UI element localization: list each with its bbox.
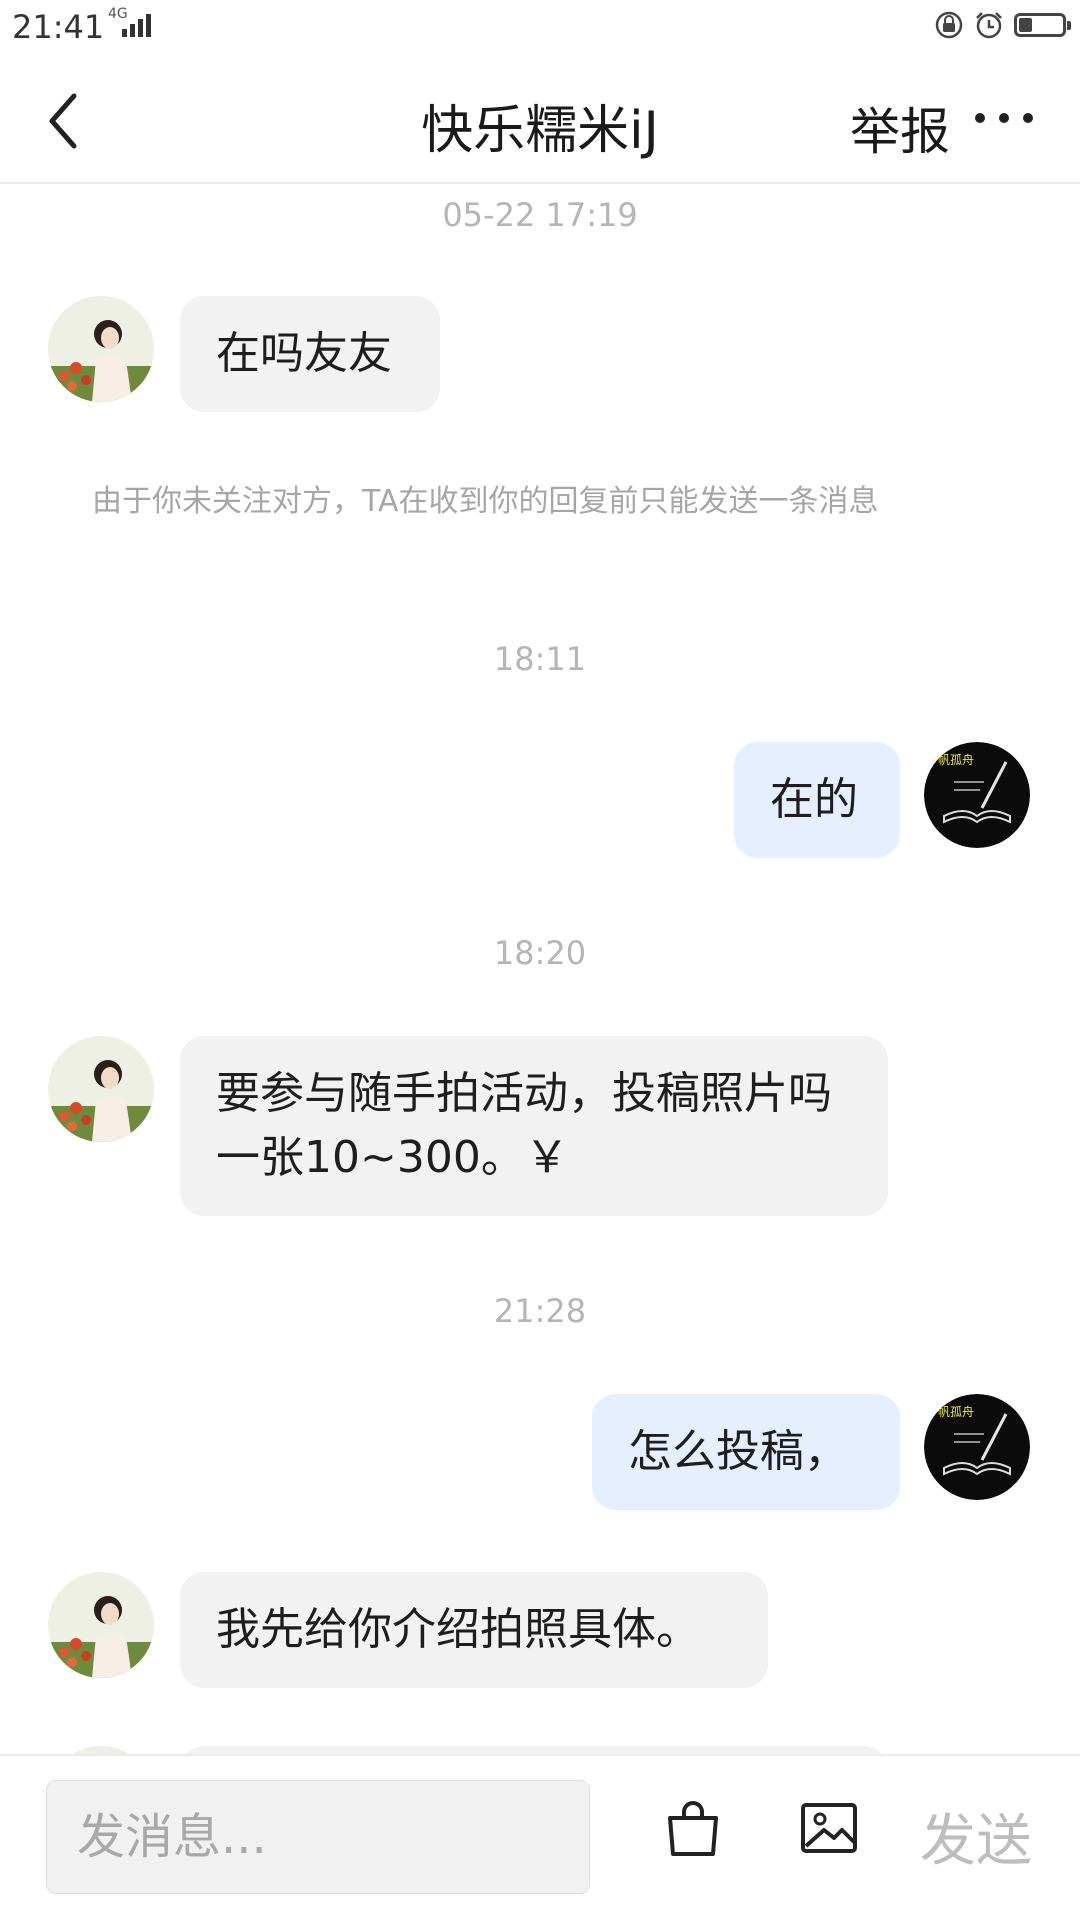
contact-avatar[interactable] <box>48 1746 154 1754</box>
more-dots-icon[interactable] <box>972 108 1036 128</box>
message-bubble-outgoing[interactable]: 怎么投稿， <box>592 1394 900 1510</box>
contact-avatar[interactable] <box>48 1572 154 1678</box>
my-avatar[interactable]: 帆孤舟 <box>924 1394 1030 1500</box>
my-avatar[interactable]: 帆孤舟 <box>924 742 1030 848</box>
lock-rotation-icon <box>935 11 963 39</box>
message-bubble-incoming[interactable]: 要参与随手拍活动，投稿照片吗一张10~300。￥ <box>180 1036 888 1216</box>
message-bubble-incoming-partial[interactable] <box>180 1746 888 1754</box>
send-button[interactable]: 发送 <box>920 1796 1032 1877</box>
message-bubble-incoming[interactable]: 我先给你介绍拍照具体。 <box>180 1572 768 1688</box>
timestamp: 21:28 <box>493 1292 587 1330</box>
report-button[interactable]: 举报 <box>850 92 950 164</box>
svg-text:帆孤舟: 帆孤舟 <box>938 1404 974 1419</box>
timestamp: 18:11 <box>493 640 587 678</box>
follow-notice: 由于你未关注对方，TA在收到你的回复前只能发送一条消息 <box>92 484 879 519</box>
svg-text:帆孤舟: 帆孤舟 <box>938 752 974 767</box>
contact-avatar[interactable] <box>48 1036 154 1142</box>
message-bubble-incoming[interactable]: 在吗友友 <box>180 296 440 412</box>
timestamp: 05-22 17:19 <box>442 196 638 234</box>
timestamp: 18:20 <box>493 934 587 972</box>
battery-icon <box>1014 13 1071 37</box>
status-time: 21:41 <box>12 8 105 46</box>
signal-icon <box>122 14 151 37</box>
shopping-bag-icon[interactable] <box>664 1800 722 1858</box>
contact-avatar[interactable] <box>48 296 154 402</box>
nav-bar: 快乐糯米iJ 举报 <box>0 56 1080 184</box>
message-bubble-outgoing[interactable]: 在的 <box>734 742 900 858</box>
chat-area[interactable]: 05-22 17:19 在吗友友 由于你未关注对方，TA在收到你的回复前只能发送… <box>0 184 1080 1754</box>
image-icon[interactable] <box>800 1802 858 1854</box>
input-bar: 发送 <box>0 1754 1080 1920</box>
status-bar: 21:41 4G <box>0 0 1080 56</box>
message-input[interactable] <box>46 1780 590 1894</box>
alarm-icon <box>976 12 1002 39</box>
